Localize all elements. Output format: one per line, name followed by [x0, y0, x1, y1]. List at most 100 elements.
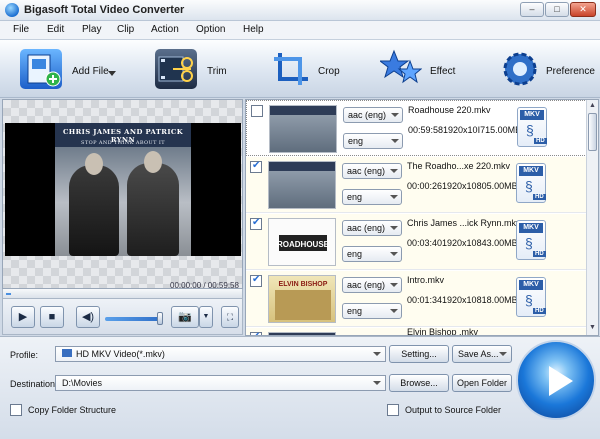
save-as-button[interactable]: Save As... — [452, 345, 512, 363]
file-row[interactable]: ELVIN BISHOP aac (eng) eng Intro.mkv 00:… — [246, 271, 587, 327]
subtitle-select[interactable]: eng — [342, 303, 402, 319]
file-checkbox[interactable] — [251, 105, 263, 117]
menu-play[interactable]: Play — [82, 24, 101, 35]
elvin-bishop-text: ELVIN BISHOP — [279, 281, 328, 288]
file-checkbox[interactable] — [250, 160, 262, 173]
mkv-format-icon[interactable]: MKV § HD — [517, 107, 547, 147]
subtitle-select[interactable]: eng — [342, 246, 402, 262]
destination-input[interactable]: D:\Movies — [55, 375, 386, 391]
maximize-button[interactable]: □ — [545, 2, 569, 17]
fullscreen-icon: ⛶ — [226, 312, 234, 322]
file-thumbnail — [269, 105, 337, 153]
convert-button[interactable] — [516, 340, 596, 420]
effect-label: Effect — [430, 66, 456, 77]
snapshot-button[interactable]: 📷 — [171, 306, 199, 328]
menu-option[interactable]: Option — [196, 24, 225, 35]
gear-icon — [500, 49, 542, 89]
video-profile-icon — [62, 349, 72, 357]
copy-folder-structure-checkbox[interactable] — [10, 404, 22, 416]
audio-track-select[interactable]: aac (eng) — [342, 163, 402, 179]
file-name: Elvin Bishop .mkv — [407, 327, 479, 336]
file-list: aac (eng) eng Roadhouse 220.mkv 00:59:58… — [245, 99, 599, 336]
file-thumbnail: ROADHOUSE — [268, 218, 336, 266]
audio-track-select[interactable]: aac (eng) — [342, 277, 402, 293]
stop-icon: ■ — [48, 311, 56, 323]
output-to-source-label: Output to Source Folder — [405, 405, 502, 415]
stars-effect-icon — [378, 49, 423, 89]
title-bar: Bigasoft Total Video Converter – □ ✕ — [0, 0, 600, 21]
crop-icon — [270, 49, 312, 89]
speaker-icon: ◀) — [81, 311, 95, 323]
subtitle-select[interactable]: eng — [342, 189, 402, 205]
video-frame[interactable]: CHRIS JAMES AND PATRICK RYNN STOP AND TH… — [5, 123, 241, 256]
snapshot-menu-button[interactable]: ▼ — [199, 306, 213, 328]
menu-edit[interactable]: Edit — [47, 24, 64, 35]
browse-button[interactable]: Browse... — [389, 374, 449, 392]
file-row[interactable]: aac (eng) eng Roadhouse 220.mkv 00:59:58… — [246, 100, 587, 156]
add-file-button[interactable]: Add File — [20, 46, 120, 92]
window-title: Bigasoft Total Video Converter — [24, 4, 185, 16]
scroll-up-icon[interactable]: ▲ — [588, 101, 597, 111]
trim-label: Trim — [207, 66, 227, 77]
crop-label: Crop — [318, 66, 340, 77]
person-head — [85, 153, 103, 175]
scroll-down-icon[interactable]: ▼ — [588, 323, 597, 333]
mkv-format-icon[interactable]: MKV § HD — [516, 220, 546, 260]
file-checkbox[interactable] — [250, 274, 262, 287]
file-row[interactable]: Elvin Bishop .mkv — [246, 327, 587, 336]
playback-controls: ▶ ■ ◀) 📷 ▼ ⛶ — [2, 299, 243, 335]
file-info: 00:59:581920x10I715.00ME — [408, 125, 522, 135]
poster-subtitle: STOP AND THINK ABOUT IT — [81, 140, 165, 146]
file-row[interactable]: ROADHOUSE aac (eng) eng Chris James ...i… — [246, 214, 587, 270]
destination-label: Destination: — [10, 379, 58, 389]
file-list-scrollbar[interactable]: ▲ ▼ — [586, 100, 598, 335]
minimize-button[interactable]: – — [520, 2, 544, 17]
film-scissors-icon — [155, 49, 197, 89]
person-figure — [69, 165, 119, 256]
settings-button[interactable]: Setting... — [389, 345, 449, 363]
profile-select[interactable]: HD MKV Video(*.mkv) — [55, 346, 386, 362]
mkv-format-icon[interactable]: MKV § HD — [516, 163, 546, 203]
trim-button[interactable]: Trim — [155, 46, 235, 92]
audio-track-select[interactable]: aac (eng) — [342, 220, 402, 236]
file-info: 00:01:341920x10818.00MB — [407, 295, 518, 305]
seek-progress — [6, 293, 11, 295]
person-figure — [127, 163, 179, 256]
file-name: Intro.mkv — [407, 275, 445, 285]
open-folder-button[interactable]: Open Folder — [452, 374, 512, 392]
stop-button[interactable]: ■ — [40, 306, 64, 328]
subtitle-select[interactable]: eng — [343, 133, 403, 149]
file-name: Roadhouse 220.mkv — [408, 105, 491, 115]
camera-icon: 📷 — [178, 311, 192, 323]
menu-action[interactable]: Action — [151, 24, 179, 35]
volume-thumb[interactable] — [157, 312, 163, 325]
menu-clip[interactable]: Clip — [117, 24, 134, 35]
output-to-source-checkbox[interactable] — [387, 404, 399, 416]
preference-button[interactable]: Preference — [500, 46, 598, 92]
scroll-thumb[interactable] — [588, 113, 597, 151]
file-thumbnail — [268, 161, 336, 209]
mute-button[interactable]: ◀) — [76, 306, 100, 328]
audio-track-select[interactable]: aac (eng) — [343, 107, 403, 123]
chevron-down-icon[interactable] — [108, 71, 116, 76]
file-info: 00:03:401920x10843.00MB — [407, 238, 518, 248]
person-head — [144, 151, 162, 173]
play-button[interactable]: ▶ — [11, 306, 35, 328]
profile-label: Profile: — [10, 350, 39, 360]
crop-button[interactable]: Crop — [270, 46, 350, 92]
menu-help[interactable]: Help — [243, 24, 264, 35]
copy-folder-structure-label: Copy Folder Structure — [28, 405, 117, 415]
chevron-down-icon: ▼ — [202, 313, 210, 320]
menu-file[interactable]: File — [13, 24, 29, 35]
mkv-format-icon[interactable]: MKV § HD — [516, 277, 546, 317]
add-file-label: Add File — [72, 66, 109, 77]
close-button[interactable]: ✕ — [570, 2, 596, 17]
seek-bar[interactable] — [2, 289, 243, 299]
file-name: Chris James ...ick Rynn.mkv — [407, 218, 521, 228]
preference-label: Preference — [546, 66, 595, 77]
volume-slider[interactable] — [105, 317, 161, 321]
file-checkbox[interactable] — [250, 217, 262, 230]
effect-button[interactable]: Effect — [378, 46, 470, 92]
file-row[interactable]: aac (eng) eng The Roadho...xe 220.mkv 00… — [246, 157, 587, 213]
fullscreen-button[interactable]: ⛶ — [221, 306, 239, 328]
